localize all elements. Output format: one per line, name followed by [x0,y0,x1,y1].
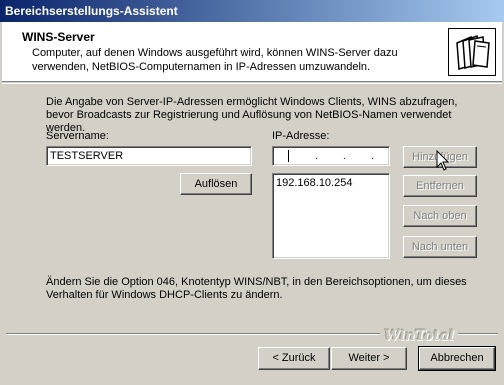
move-down-button[interactable]: Nach unten [403,236,477,258]
folders-icon [448,28,496,76]
list-item[interactable]: 192.168.10.254 [276,176,386,190]
servername-input[interactable]: TESTSERVER [46,146,252,166]
intro-text: Die Angabe von Server-IP-Adressen ermögl… [46,96,458,134]
move-up-button[interactable]: Nach oben [403,205,477,227]
resolve-button[interactable]: Auflösen [180,173,252,195]
remove-button[interactable]: Entfernen [403,175,477,197]
cancel-button[interactable]: Abbrechen [418,346,496,371]
page-title: WINS-Server [22,30,95,44]
mouse-pointer-icon [436,150,450,171]
ip-dot: . [315,151,318,162]
ip-dot: . [371,151,374,162]
page-description: Computer, auf denen Windows ausgeführt w… [32,47,398,73]
back-button[interactable]: < Zurück [258,347,330,370]
next-button[interactable]: Weiter > [331,347,407,370]
window-title: Bereichserstellungs-Assistent [0,0,504,22]
option-note: Ändern Sie die Option 046, Knotentyp WIN… [46,276,467,301]
ip-dot: . [343,151,346,162]
ip-address-input[interactable]: . . . [272,146,390,166]
servername-label: Servername: [46,130,109,142]
wizard-header: WINS-Server Computer, auf denen Windows … [2,22,502,82]
text-caret [288,150,289,162]
ip-address-list[interactable]: 192.168.10.254 [272,173,390,259]
header-separator [2,83,502,85]
wintotal-watermark: WinTotal [380,328,458,344]
ip-label: IP-Adresse: [272,130,330,142]
